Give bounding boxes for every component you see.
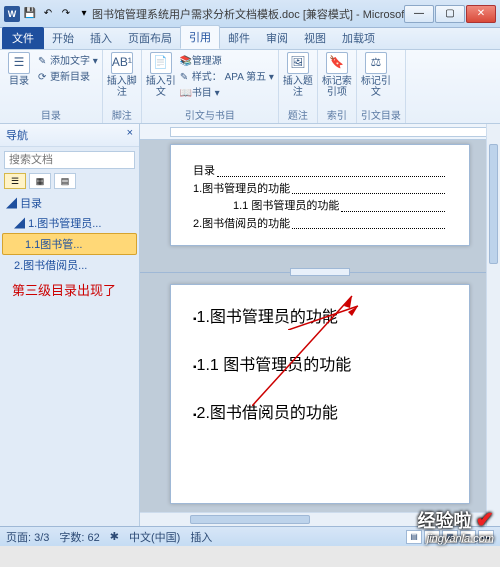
nav-close-icon[interactable]: × bbox=[127, 127, 133, 143]
mark-citation-label: 标记引文 bbox=[361, 76, 391, 98]
manage-sources-button[interactable]: 📚管理源 bbox=[180, 52, 274, 67]
citation-style-select[interactable]: ✎样式： APA 第五 ▾ bbox=[180, 68, 274, 83]
caption-icon: 🖼 bbox=[287, 52, 309, 74]
tab-insert[interactable]: 插入 bbox=[82, 27, 120, 49]
minimize-button[interactable]: — bbox=[404, 5, 434, 23]
heading-1-1: ▪1.1 图书管理员的功能 bbox=[193, 351, 447, 375]
watermark: 经验啦✔ jingyanla.com bbox=[418, 507, 494, 545]
tab-file[interactable]: 文件 bbox=[2, 27, 44, 49]
page-1[interactable]: 目录 1.图书管理员的功能 1.1 图书管理员的功能 2.图书借阅员的功能 bbox=[170, 144, 470, 246]
bibliography-button[interactable]: 📖书目 ▾ bbox=[180, 84, 274, 99]
heading-tree: ◢ 目录 ◢ 1.图书管理员... 1.1图书管... 2.图书借阅员... bbox=[0, 189, 139, 279]
group-footnotes: AB¹ 插入脚注 脚注 bbox=[103, 50, 142, 123]
quick-access-toolbar: W 💾 ↶ ↷ ▾ bbox=[4, 6, 92, 22]
citation-label: 插入引文 bbox=[146, 76, 176, 98]
insert-citation-button[interactable]: 📄 插入引文 bbox=[146, 52, 176, 98]
ribbon-tabs: 文件 开始 插入 页面布局 引用 邮件 审阅 视图 加载项 bbox=[0, 28, 500, 50]
nav-tab-results[interactable]: ▤ bbox=[54, 173, 76, 189]
group-index: 🔖 标记索引项 索引 bbox=[318, 50, 357, 123]
qat-dropdown-icon[interactable]: ▾ bbox=[76, 6, 92, 22]
nav-header: 导航 × bbox=[0, 124, 139, 147]
toc-entry-2: 2.图书借阅员的功能 bbox=[193, 216, 290, 234]
tab-addins[interactable]: 加载项 bbox=[334, 27, 383, 49]
status-language[interactable]: 中文(中国) bbox=[129, 529, 180, 545]
toc-label: 目录 bbox=[9, 76, 29, 87]
group-captions: 🖼 插入题注 题注 bbox=[279, 50, 318, 123]
toc-icon: ☰ bbox=[8, 52, 30, 74]
check-icon: ✔ bbox=[476, 507, 494, 533]
document-area: 目录 1.图书管理员的功能 1.1 图书管理员的功能 2.图书借阅员的功能 ▪1… bbox=[140, 124, 500, 526]
horizontal-ruler[interactable] bbox=[140, 124, 500, 140]
nav-title: 导航 bbox=[6, 127, 28, 143]
scrollbar-thumb[interactable] bbox=[190, 515, 310, 524]
status-words[interactable]: 字数: 62 bbox=[59, 529, 99, 545]
insert-caption-button[interactable]: 🖼 插入题注 bbox=[283, 52, 313, 98]
citation-icon: 📄 bbox=[150, 52, 172, 74]
navigation-pane: 导航 × ☰ ▦ ▤ ◢ 目录 ◢ 1.图书管理员... 1.1图书管... 2… bbox=[0, 124, 140, 526]
group-authorities: ⚖ 标记引文 引文目录 bbox=[357, 50, 406, 123]
add-text-button[interactable]: ✎添加文字 ▾ bbox=[38, 52, 98, 67]
update-toc-button[interactable]: ⟳更新目录 bbox=[38, 68, 98, 83]
search-input[interactable] bbox=[4, 151, 135, 169]
group-citations-label: 引文与书目 bbox=[146, 107, 274, 123]
scrollbar-thumb[interactable] bbox=[489, 144, 498, 264]
status-lang-icon: ✱ bbox=[110, 530, 119, 543]
toc-button[interactable]: ☰ 目录 bbox=[4, 52, 34, 87]
group-footnotes-label: 脚注 bbox=[107, 107, 137, 123]
vertical-scrollbar[interactable] bbox=[486, 124, 500, 526]
group-captions-label: 题注 bbox=[283, 107, 313, 123]
save-icon[interactable]: 💾 bbox=[22, 6, 38, 22]
tab-mailings[interactable]: 邮件 bbox=[220, 27, 258, 49]
nav-view-tabs: ☰ ▦ ▤ bbox=[0, 173, 139, 189]
heading-2: ▪2.图书借阅员的功能 bbox=[193, 399, 447, 423]
footnote-label: 插入脚注 bbox=[107, 76, 137, 98]
ribbon: ☰ 目录 ✎添加文字 ▾ ⟳更新目录 目录 AB¹ 插入脚注 脚注 📄 插入引文 bbox=[0, 50, 500, 124]
maximize-button[interactable]: ▢ bbox=[435, 5, 465, 23]
heading-1: ▪1.图书管理员的功能 bbox=[193, 303, 447, 327]
tab-review[interactable]: 审阅 bbox=[258, 27, 296, 49]
mark-index-button[interactable]: 🔖 标记索引项 bbox=[322, 52, 352, 98]
tab-home[interactable]: 开始 bbox=[44, 27, 82, 49]
nav-tab-pages[interactable]: ▦ bbox=[29, 173, 51, 189]
status-insert-mode[interactable]: 插入 bbox=[190, 529, 212, 545]
tree-item-2[interactable]: 2.图书借阅员... bbox=[2, 255, 137, 275]
group-authorities-label: 引文目录 bbox=[361, 107, 401, 123]
group-citations: 📄 插入引文 📚管理源 ✎样式： APA 第五 ▾ 📖书目 ▾ 引文与书目 bbox=[142, 50, 279, 123]
undo-icon[interactable]: ↶ bbox=[40, 6, 56, 22]
mark-citation-button[interactable]: ⚖ 标记引文 bbox=[361, 52, 391, 98]
group-toc-label: 目录 bbox=[4, 107, 98, 123]
page-break-handle bbox=[290, 268, 350, 276]
tab-view[interactable]: 视图 bbox=[296, 27, 334, 49]
index-label: 标记索引项 bbox=[322, 76, 352, 98]
annotation-text: 第三级目录出现了 bbox=[12, 280, 116, 299]
watermark-brand: 经验啦 bbox=[418, 507, 472, 533]
index-icon: 🔖 bbox=[326, 52, 348, 74]
nav-tab-headings[interactable]: ☰ bbox=[4, 173, 26, 189]
tab-layout[interactable]: 页面布局 bbox=[120, 27, 180, 49]
toc-entry-1: 1.图书管理员的功能 bbox=[193, 181, 290, 199]
redo-icon[interactable]: ↷ bbox=[58, 6, 74, 22]
group-toc: ☰ 目录 ✎添加文字 ▾ ⟳更新目录 目录 bbox=[0, 50, 103, 123]
caption-label: 插入题注 bbox=[283, 76, 313, 98]
window-controls: — ▢ ✕ bbox=[404, 5, 496, 23]
group-index-label: 索引 bbox=[322, 107, 352, 123]
footnote-icon: AB¹ bbox=[111, 52, 133, 74]
close-button[interactable]: ✕ bbox=[466, 5, 496, 23]
tree-item-1[interactable]: ◢ 1.图书管理员... bbox=[2, 213, 137, 233]
tree-item-1-1[interactable]: 1.1图书管... bbox=[2, 233, 137, 255]
status-page[interactable]: 页面: 3/3 bbox=[6, 529, 49, 545]
watermark-url: jingyanla.com bbox=[418, 533, 494, 545]
tree-root[interactable]: ◢ 目录 bbox=[2, 193, 137, 213]
window-title: 图书馆管理系统用户需求分析文档模板.doc [兼容模式] - Microsoft… bbox=[92, 6, 404, 22]
tab-references[interactable]: 引用 bbox=[180, 25, 220, 49]
page-2[interactable]: ▪1.图书管理员的功能 ▪1.1 图书管理员的功能 ▪2.图书借阅员的功能 bbox=[170, 284, 470, 504]
title-bar: W 💾 ↶ ↷ ▾ 图书馆管理系统用户需求分析文档模板.doc [兼容模式] -… bbox=[0, 0, 500, 28]
insert-footnote-button[interactable]: AB¹ 插入脚注 bbox=[107, 52, 137, 98]
app-icon: W bbox=[4, 6, 20, 22]
workspace: 导航 × ☰ ▦ ▤ ◢ 目录 ◢ 1.图书管理员... 1.1图书管... 2… bbox=[0, 124, 500, 526]
mark-citation-icon: ⚖ bbox=[365, 52, 387, 74]
toc-title: 目录 bbox=[193, 163, 215, 181]
